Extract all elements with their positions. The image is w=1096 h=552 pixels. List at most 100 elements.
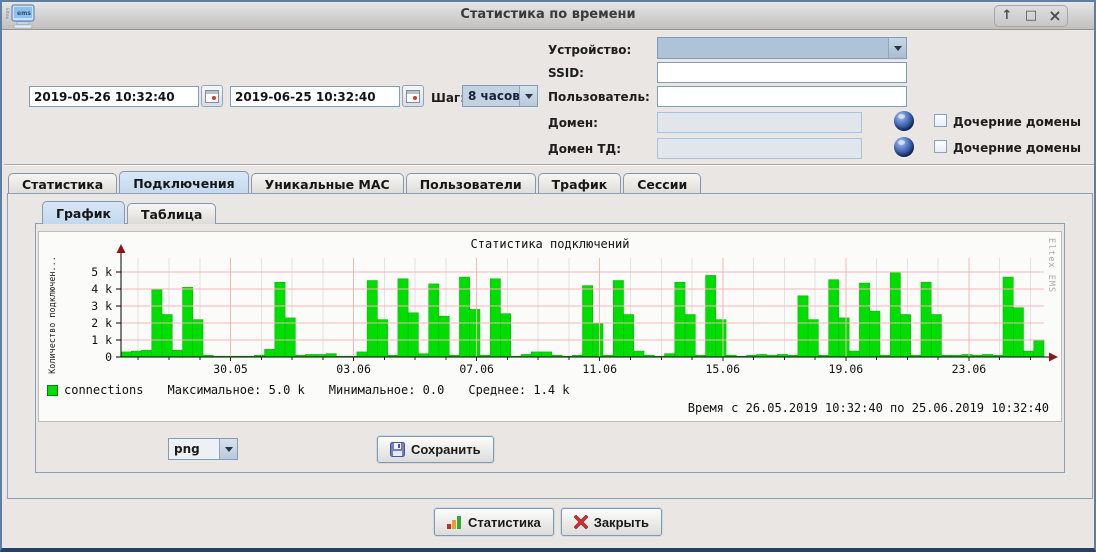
bar [490,279,500,357]
bar [408,313,418,357]
bar-chart-icon [447,516,462,529]
bar [1023,351,1033,357]
close-icon[interactable]: × [1045,6,1065,26]
save-button-label: Сохранить [411,442,481,457]
legend-max-label: Максимальное: 5.0 k [167,383,304,397]
bar [1013,308,1023,357]
date-to-calendar-button[interactable] [402,85,424,107]
ssid-label: SSID: [548,66,584,80]
bar [890,272,900,357]
sub-tabs: ГрафикТаблица [42,201,218,224]
domain-ap-child-domains-checkbox[interactable] [934,140,947,153]
y-tick-label: 0 [105,350,112,364]
maximize-icon[interactable]: □ [1021,6,1041,26]
statistics-button[interactable]: Статистика [434,508,554,536]
bar [808,320,818,357]
close-button[interactable]: Закрыть [561,508,662,536]
bar [429,284,439,357]
bar [172,350,182,357]
bar [675,282,685,357]
bar [531,352,541,357]
step-combobox[interactable]: 8 часов [462,85,538,107]
date-from-calendar-button[interactable] [201,85,223,107]
chart-plot-area: 01 k2 k3 k4 k5 k30.0503.0607.0611.0615.0… [39,232,1063,380]
tab-1[interactable]: Подключения [119,171,248,194]
save-button[interactable]: Сохранить [377,436,494,463]
domain-label: Домен: [548,116,598,130]
domain-ap-field [657,138,862,159]
legend-series-label: connections [64,383,143,397]
y-tick-label: 3 k [91,299,112,313]
subtab-1[interactable]: Таблица [127,203,216,224]
device-combobox[interactable] [657,37,907,59]
tab-5[interactable]: Сессии [623,173,701,194]
footer-buttons: Статистика Закрыть [2,508,1094,536]
bar [183,287,193,357]
date-from-input[interactable] [29,86,199,107]
date-to-input[interactable] [230,86,400,107]
x-tick-label: 07.06 [459,362,494,376]
bar [265,349,275,357]
chevron-down-icon[interactable] [888,38,906,58]
domain-child-domains-checkbox[interactable] [934,114,947,127]
tab-2[interactable]: Уникальные MAC [251,173,404,194]
bar [357,352,367,357]
close-button-label: Закрыть [594,515,649,530]
bar [921,282,931,357]
tab-4[interactable]: Трафик [538,173,622,194]
bar [931,315,941,358]
user-input[interactable] [657,86,907,107]
domain-ap-child-domains-label: Дочерние домены [953,141,1081,155]
legend-min-label: Минимальное: 0.0 [329,383,445,397]
statistics-button-label: Статистика [468,515,541,530]
bar [839,318,849,357]
y-tick-label: 4 k [91,282,112,296]
bar [275,282,285,357]
domain-ap-globe-button[interactable] [894,137,914,157]
main-tabs: СтатистикаПодключенияУникальные MACПольз… [8,171,703,194]
domain-child-domains-label: Дочерние домены [953,115,1081,129]
bar [829,280,839,357]
export-format-combobox[interactable]: png [168,438,238,460]
bar [849,351,859,357]
chevron-down-icon[interactable] [219,439,237,459]
tab-0[interactable]: Статистика [8,173,117,194]
bar [367,281,377,358]
x-tick-label: 30.05 [213,362,248,376]
tab-3[interactable]: Пользователи [406,173,536,194]
bar [439,316,449,357]
bar [193,320,203,357]
x-tick-label: 23.06 [952,362,987,376]
calendar-icon [406,90,420,103]
chevron-down-icon[interactable] [519,86,537,106]
window-controls: ↑ □ × [994,5,1068,27]
x-tick-label: 03.06 [336,362,371,376]
connections-chart: 01 k2 k3 k4 k5 k30.0503.0607.0611.0615.0… [38,231,1062,422]
y-tick-label: 1 k [91,333,112,347]
device-label: Устройство: [548,43,631,57]
bar [470,309,480,357]
domain-globe-button[interactable] [894,111,914,131]
bar [121,352,131,357]
bar [131,351,141,357]
bar [500,314,510,357]
bar [377,320,387,357]
rollup-icon[interactable]: ↑ [997,6,1017,26]
floppy-disk-icon [390,442,405,457]
bar [870,311,880,357]
x-tick-label: 11.06 [582,362,617,376]
subtab-0[interactable]: График [42,201,125,224]
device-value [658,38,888,58]
bar [798,296,808,357]
x-tick-label: 15.06 [705,362,740,376]
statistics-by-time-window: Eltex ems Статистика по времени ↑ □ × Ша… [0,0,1096,552]
bar [634,351,644,357]
bar [285,318,295,357]
bar [613,281,623,358]
step-label: Шаг: [431,91,465,105]
chart-watermark: Eltex EMS [1046,238,1056,293]
bar [142,350,152,357]
title-bar[interactable]: Eltex ems Статистика по времени ↑ □ × [2,2,1094,30]
ssid-input[interactable] [657,62,907,83]
bar [859,283,869,357]
